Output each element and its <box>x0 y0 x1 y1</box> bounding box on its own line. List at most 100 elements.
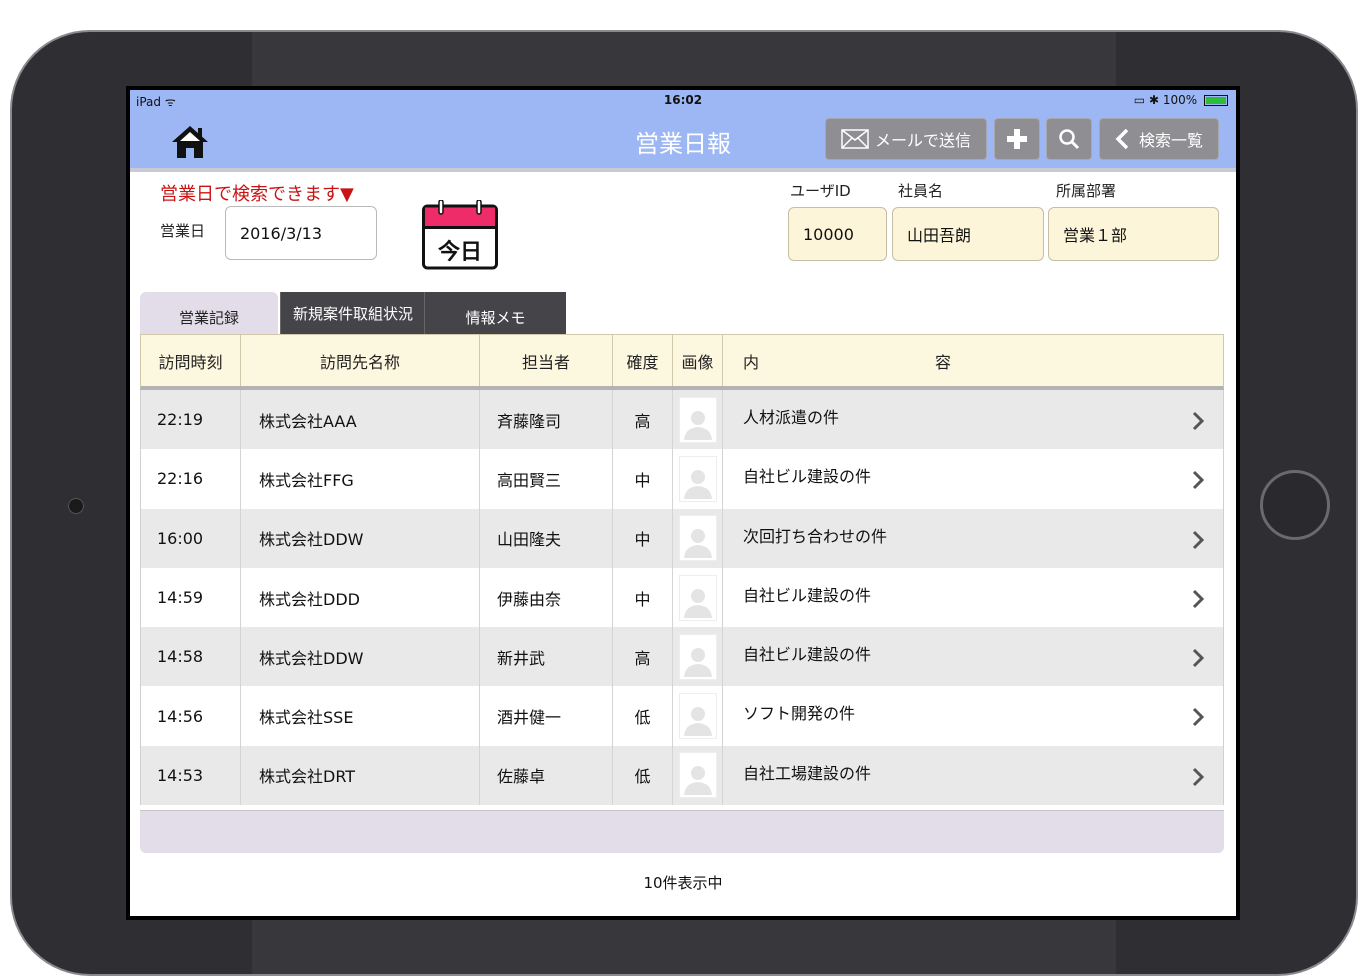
cell-person: 酒井健一 <box>480 686 613 746</box>
plus-icon <box>1007 129 1027 149</box>
chevron-right-icon[interactable] <box>1191 529 1205 551</box>
cell-visit-time: 14:56 <box>141 686 241 746</box>
cell-company: 株式会社DDW <box>241 508 480 568</box>
cell-visit-time: 22:16 <box>141 449 241 509</box>
status-time: 16:02 <box>663 93 703 107</box>
battery-icon <box>1204 95 1228 106</box>
airplay-icon: ▭ <box>1133 93 1146 107</box>
screen: iPad ᯤ 16:02 ▭ ✱ 100% 営業日報 メールで送信 検索一覧 営… <box>126 86 1240 920</box>
search-button[interactable] <box>1046 118 1092 160</box>
cell-certainty: 中 <box>613 449 673 509</box>
date-label: 営業日 <box>160 222 206 240</box>
employee-name-label: 社員名 <box>898 182 944 200</box>
person-placeholder-icon <box>678 633 717 680</box>
cell-image <box>673 390 723 450</box>
today-label: 今日 <box>437 240 482 265</box>
cell-certainty: 中 <box>613 508 673 568</box>
cell-company: 株式会社SSE <box>241 686 480 746</box>
chevron-right-icon[interactable] <box>1191 647 1205 669</box>
chevron-left-icon <box>1115 128 1129 150</box>
cell-person: 新井武 <box>480 627 613 687</box>
search-hint[interactable]: 営業日で検索できます▼ <box>160 180 354 206</box>
battery-percent: 100% <box>1162 93 1198 107</box>
cell-company: 株式会社DDD <box>241 567 480 628</box>
table-footer-bar <box>140 810 1224 853</box>
table-row[interactable]: 14:58 株式会社DDW 新井武高 自社ビル建設の件 <box>140 627 1224 687</box>
cell-person: 斉藤隆司 <box>480 390 613 450</box>
header-visit-destination: 訪問先名称 <box>241 335 480 386</box>
cell-company: 株式会社AAA <box>241 390 480 450</box>
cell-certainty: 低 <box>613 686 673 746</box>
header-certainty: 確度 <box>613 335 673 386</box>
chevron-right-icon[interactable] <box>1191 410 1205 432</box>
department-label: 所属部署 <box>1056 182 1117 200</box>
employee-name-field: 山田吾朗 <box>892 207 1044 261</box>
chevron-right-icon[interactable] <box>1191 469 1205 491</box>
header-visit-time: 訪問時刻 <box>141 335 241 386</box>
table-row[interactable]: 16:00 株式会社DDW 山田隆夫中 次回打ち合わせの件 <box>140 508 1224 568</box>
tab-info-memo[interactable]: 情報メモ <box>424 292 566 334</box>
table-body: 22:19 株式会社AAA 斉藤隆司高 人材派遣の件 22:16 株式会社FFG 高田賢三中… <box>140 390 1224 806</box>
back-to-list-button[interactable]: 検索一覧 <box>1099 118 1219 160</box>
cell-content: 自社ビル建設の件 <box>723 449 1223 508</box>
cell-image <box>673 567 723 628</box>
table-row[interactable]: 22:19 株式会社AAA 斉藤隆司高 人材派遣の件 <box>140 390 1224 450</box>
cell-certainty: 中 <box>613 567 673 628</box>
camera-dot <box>68 498 84 514</box>
cell-visit-time: 16:00 <box>141 508 241 568</box>
cell-content: 次回打ち合わせの件 <box>723 509 1223 568</box>
content-text: 自社ビル建設の件 <box>743 467 872 487</box>
tab-new-projects[interactable]: 新規案件取組状況 <box>280 292 425 334</box>
department-field: 営業１部 <box>1048 207 1219 261</box>
send-mail-button[interactable]: メールで送信 <box>825 118 987 160</box>
battery-indicator: ▭ ✱ 100% <box>1134 93 1228 107</box>
add-button[interactable] <box>994 118 1040 160</box>
cell-content: 自社ビル建設の件 <box>723 568 1223 627</box>
header-content: 内 容 <box>743 352 952 372</box>
cell-content: 人材派遣の件 <box>723 390 1223 449</box>
cell-image <box>673 508 723 568</box>
person-placeholder-icon <box>678 574 717 621</box>
cell-person: 山田隆夫 <box>480 508 613 568</box>
content-text: 人材派遣の件 <box>743 408 840 427</box>
status-bar: iPad ᯤ 16:02 ▭ ✱ 100% <box>130 90 1236 110</box>
send-mail-label: メールで送信 <box>874 131 971 150</box>
content-text: ソフト開発の件 <box>743 704 856 724</box>
table-row[interactable]: 14:59 株式会社DDD 伊藤由奈中 自社ビル建設の件 <box>140 567 1224 628</box>
chevron-right-icon[interactable] <box>1191 588 1205 610</box>
cell-company: 株式会社DRT <box>241 745 480 806</box>
result-count: 10件表示中 <box>643 874 723 892</box>
back-to-list-label: 検索一覧 <box>1138 131 1203 150</box>
table-header: 訪問時刻 訪問先名称 担当者 確度 画像 内 容 <box>140 334 1224 390</box>
cell-certainty: 低 <box>613 745 673 806</box>
header-image: 画像 <box>673 335 723 386</box>
today-button[interactable]: 今日 <box>422 199 498 270</box>
content-text: 次回打ち合わせの件 <box>743 526 888 546</box>
person-placeholder-icon <box>678 455 717 502</box>
cell-image <box>673 686 723 746</box>
cell-image <box>673 745 723 806</box>
person-placeholder-icon <box>678 396 717 443</box>
search-icon <box>1059 129 1080 150</box>
cell-company: 株式会社FFG <box>241 449 480 509</box>
tab-sales-record[interactable]: 営業記録 <box>140 292 278 334</box>
cell-visit-time: 14:58 <box>141 627 241 687</box>
sales-record-table: 訪問時刻 訪問先名称 担当者 確度 画像 内 容 22:19 株式会社AAA 斉藤隆… <box>140 334 1224 806</box>
cell-content: 自社ビル建設の件 <box>723 627 1223 686</box>
cell-certainty: 高 <box>613 390 673 450</box>
cell-image <box>673 627 723 687</box>
date-field[interactable]: 2016/3/13 <box>225 206 377 260</box>
table-row[interactable]: 14:53 株式会社DRT 佐藤卓低 自社工場建設の件 <box>140 745 1224 806</box>
device-home-button[interactable] <box>1260 470 1330 540</box>
content-text: 自社工場建設の件 <box>743 763 872 783</box>
chevron-right-icon[interactable] <box>1191 706 1205 728</box>
content-text: 自社ビル建設の件 <box>743 585 872 605</box>
bluetooth-icon: ✱ <box>1148 93 1160 107</box>
cell-person: 高田賢三 <box>480 449 613 509</box>
cell-visit-time: 14:59 <box>141 567 241 628</box>
table-row[interactable]: 22:16 株式会社FFG 高田賢三中 自社ビル建設の件 <box>140 449 1224 509</box>
chevron-right-icon[interactable] <box>1191 766 1205 788</box>
table-row[interactable]: 14:56 株式会社SSE 酒井健一低 ソフト開発の件 <box>140 686 1224 746</box>
cell-visit-time: 14:53 <box>141 745 241 806</box>
cell-content: 自社工場建設の件 <box>723 746 1223 805</box>
